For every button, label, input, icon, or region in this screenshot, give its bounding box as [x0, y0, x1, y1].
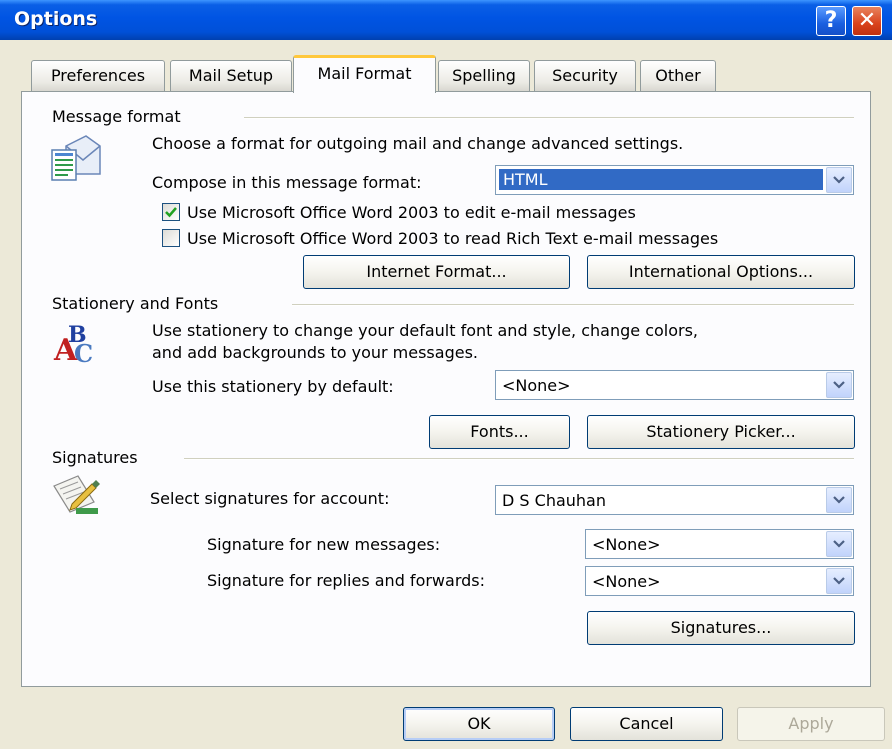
abc-fonts-icon: A B C [53, 322, 93, 366]
signatures-button[interactable]: Signatures... [587, 611, 855, 645]
signature-account-select[interactable]: D S Chauhan [495, 485, 854, 515]
section-divider [244, 117, 854, 119]
word-edit-checkbox[interactable] [162, 203, 180, 221]
signature-replies-value: <None> [592, 572, 661, 591]
message-format-heading: Message format [52, 107, 181, 126]
mail-format-panel: Message format Choose a format for outgo… [21, 91, 871, 687]
message-format-description: Choose a format for outgoing mail and ch… [152, 134, 684, 153]
chevron-down-icon[interactable] [826, 531, 852, 557]
fonts-button[interactable]: Fonts... [429, 415, 570, 449]
close-icon[interactable]: ✕ [852, 6, 882, 36]
tab-preferences[interactable]: Preferences [31, 60, 165, 91]
chevron-down-icon[interactable] [826, 568, 852, 594]
compose-format-label: Compose in this message format: [152, 173, 422, 192]
signatures-heading: Signatures [52, 448, 138, 467]
signature-replies-select[interactable]: <None> [585, 566, 854, 596]
signature-new-messages-select[interactable]: <None> [585, 529, 854, 559]
word-read-label[interactable]: Use Microsoft Office Word 2003 to read R… [187, 229, 718, 248]
window-title: Options [14, 8, 98, 30]
compose-format-select[interactable]: HTML [495, 165, 854, 195]
word-edit-label[interactable]: Use Microsoft Office Word 2003 to edit e… [187, 203, 636, 222]
signature-account-label: Select signatures for account: [150, 489, 390, 508]
tab-mail-setup[interactable]: Mail Setup [170, 60, 292, 91]
title-bar[interactable]: Options ? ✕ [0, 0, 892, 40]
tab-security[interactable]: Security [534, 60, 636, 91]
chevron-down-icon[interactable] [826, 487, 852, 513]
stationery-default-label: Use this stationery by default: [152, 377, 394, 396]
signature-replies-label: Signature for replies and forwards: [207, 571, 485, 590]
stationery-description-line1: Use stationery to change your default fo… [152, 321, 699, 340]
stationery-description-line2: and add backgrounds to your messages. [152, 343, 478, 362]
tab-spelling[interactable]: Spelling [438, 60, 530, 91]
section-divider [184, 458, 854, 460]
tab-mail-format[interactable]: Mail Format [293, 55, 436, 93]
svg-text:C: C [74, 339, 93, 366]
international-options-button[interactable]: International Options... [587, 255, 855, 289]
tab-other[interactable]: Other [640, 60, 716, 91]
stationery-default-value: <None> [502, 376, 571, 395]
chevron-down-icon[interactable] [826, 372, 852, 398]
envelope-document-icon [51, 135, 101, 181]
section-divider [292, 304, 854, 306]
signature-new-messages-label: Signature for new messages: [207, 535, 441, 554]
help-icon[interactable]: ? [816, 6, 846, 36]
word-read-checkbox[interactable] [162, 229, 180, 247]
stationery-fonts-heading: Stationery and Fonts [52, 294, 219, 313]
pen-paper-icon [53, 475, 100, 514]
chevron-down-icon[interactable] [826, 167, 852, 193]
cancel-button[interactable]: Cancel [570, 707, 723, 741]
internet-format-button[interactable]: Internet Format... [303, 255, 570, 289]
compose-format-value: HTML [499, 169, 823, 190]
checkmark-icon [165, 207, 177, 218]
stationery-picker-button[interactable]: Stationery Picker... [587, 415, 855, 449]
apply-button[interactable]: Apply [737, 707, 885, 741]
signature-new-messages-value: <None> [592, 535, 661, 554]
ok-button[interactable]: OK [403, 707, 555, 741]
stationery-default-select[interactable]: <None> [495, 370, 854, 400]
signature-account-value: D S Chauhan [502, 491, 606, 510]
